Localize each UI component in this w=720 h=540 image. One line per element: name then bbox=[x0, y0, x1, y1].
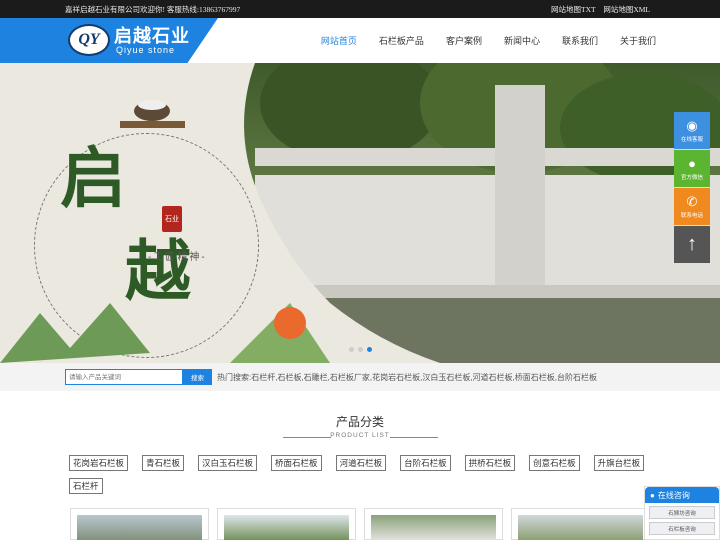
chat-header[interactable]: ● 在线咨询 bbox=[645, 487, 719, 503]
category-tag[interactable]: 河道石栏板 bbox=[335, 455, 387, 471]
category-tag[interactable]: 桥面石栏板 bbox=[271, 455, 322, 471]
logo[interactable]: QY 启越石业 Qiyue stone bbox=[0, 18, 218, 63]
product-image bbox=[371, 515, 496, 540]
top-bar: 嘉祥启越石业有限公司欢迎你! 客服热线:13863767997 网站地图TXT … bbox=[0, 0, 720, 18]
nav-contact[interactable]: 联系我们 bbox=[562, 34, 598, 47]
products-subtitle: PRODUCT LIST bbox=[330, 432, 390, 439]
slider-dot[interactable] bbox=[358, 347, 363, 352]
search-input[interactable] bbox=[65, 369, 183, 385]
welcome-text: 嘉祥启越石业有限公司欢迎你! 客服热线:13863767997 bbox=[65, 4, 241, 14]
chat-option[interactable]: 石栏板咨询 bbox=[649, 522, 715, 535]
side-float-toolbar: ◉ 在线客服 ● 官方微信 ✆ 联系电话 ↑ bbox=[674, 112, 710, 264]
product-image bbox=[518, 515, 643, 540]
phone-button[interactable]: ✆ 联系电话 bbox=[674, 188, 710, 225]
product-card[interactable] bbox=[217, 508, 356, 540]
search-button[interactable]: 搜索 bbox=[183, 369, 212, 385]
category-tag[interactable]: 汉白玉石栏板 bbox=[198, 455, 258, 471]
slider-dot[interactable] bbox=[349, 347, 354, 352]
product-card[interactable] bbox=[511, 508, 650, 540]
product-card[interactable] bbox=[70, 508, 209, 540]
wechat-icon: ● bbox=[688, 155, 696, 171]
bowl-illustration bbox=[115, 91, 190, 141]
wechat-button[interactable]: ● 官方微信 bbox=[674, 150, 710, 187]
red-seal-stamp: 石业 bbox=[162, 206, 182, 232]
qq-icon: ◉ bbox=[686, 117, 698, 133]
search-bar: 搜索 热门搜索:石栏杆,石栏板,石雕栏,石栏板厂家,花岗岩石栏板,汉白玉石栏板,… bbox=[0, 363, 720, 391]
category-list: 花岗岩石栏板 青石栏板 汉白玉石栏板 桥面石栏板 河道石栏板 台阶石栏板 拱桥石… bbox=[69, 455, 659, 494]
chat-option[interactable]: 石狮坊咨询 bbox=[649, 506, 715, 519]
slider-dots bbox=[349, 347, 372, 352]
back-to-top-button[interactable]: ↑ bbox=[674, 226, 710, 263]
main-nav: 网站首页 石栏板产品 客户案例 新闻中心 联系我们 关于我们 bbox=[299, 18, 656, 63]
category-tag[interactable]: 拱桥石栏板 bbox=[464, 455, 516, 471]
header: QY 启越石业 Qiyue stone 网站首页 石栏板产品 客户案例 新闻中心… bbox=[0, 18, 720, 63]
category-tag[interactable]: 台阶石栏板 bbox=[400, 455, 451, 471]
chat-bubble-icon: ● bbox=[650, 490, 655, 500]
product-image bbox=[224, 515, 349, 540]
online-service-button[interactable]: ◉ 在线客服 bbox=[674, 112, 710, 149]
category-tag[interactable]: 青石栏板 bbox=[142, 455, 185, 471]
nav-cases[interactable]: 客户案例 bbox=[446, 34, 482, 47]
logo-english: Qiyue stone bbox=[116, 45, 176, 55]
online-consult-widget: ● 在线咨询 石狮坊咨询 石栏板咨询 bbox=[644, 486, 720, 540]
product-image bbox=[77, 515, 202, 540]
product-thumbnails bbox=[70, 508, 650, 540]
category-tag[interactable]: 石栏杆 bbox=[69, 478, 103, 494]
banner-slider[interactable]: 启 越 石业 -工匠精神- bbox=[0, 63, 720, 363]
category-tag[interactable]: 创意石栏板 bbox=[529, 455, 580, 471]
nav-home[interactable]: 网站首页 bbox=[321, 34, 357, 47]
sitemap-links: 网站地图TXT 网站地图XML bbox=[545, 4, 650, 15]
sitemap-txt-link[interactable]: 网站地图TXT bbox=[551, 5, 595, 14]
mountain-illustration bbox=[0, 283, 330, 363]
products-title: 产品分类 bbox=[335, 415, 384, 429]
logo-emblem: QY bbox=[68, 24, 110, 56]
category-tag[interactable]: 花岗岩石栏板 bbox=[69, 455, 129, 471]
hot-keywords[interactable]: 热门搜索:石栏杆,石栏板,石雕栏,石栏板厂家,花岗岩石栏板,汉白玉石栏板,河道石… bbox=[217, 372, 597, 383]
sitemap-xml-link[interactable]: 网站地图XML bbox=[603, 5, 650, 14]
arrow-up-icon: ↑ bbox=[687, 232, 697, 255]
banner-motto: -工匠精神- bbox=[148, 252, 207, 263]
slider-dot-active[interactable] bbox=[367, 347, 372, 352]
nav-products[interactable]: 石栏板产品 bbox=[379, 34, 424, 47]
product-card[interactable] bbox=[364, 508, 503, 540]
phone-icon: ✆ bbox=[686, 193, 698, 209]
nav-news[interactable]: 新闻中心 bbox=[504, 34, 540, 47]
category-tag[interactable]: 升旗台栏板 bbox=[593, 455, 645, 471]
nav-about[interactable]: 关于我们 bbox=[620, 34, 656, 47]
